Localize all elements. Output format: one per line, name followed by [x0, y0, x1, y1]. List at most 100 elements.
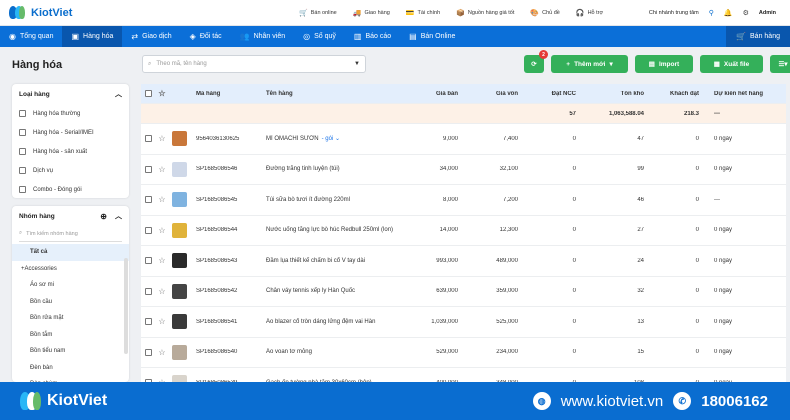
- export-button[interactable]: ▦ Xuất file: [700, 55, 763, 73]
- row-checkbox-cell[interactable]: [141, 287, 155, 295]
- sell-button[interactable]: 🛒 Bán hàng: [726, 26, 790, 47]
- select-all-checkbox[interactable]: [141, 90, 155, 97]
- table-row[interactable]: ☆SP1685086539Gạch ốp tường nhà tắm 30x60…: [141, 368, 786, 382]
- checkbox[interactable]: [19, 110, 26, 117]
- nav-item-6[interactable]: ▥ Báo cáo: [345, 26, 400, 47]
- product-type-option[interactable]: Hàng hóa thường: [12, 104, 129, 123]
- row-checkbox-cell[interactable]: [141, 257, 155, 265]
- row-checkbox-cell[interactable]: [141, 318, 155, 326]
- favorite-star-icon[interactable]: ☆: [155, 226, 169, 235]
- nav-item-7[interactable]: ▤ Bán Online: [400, 26, 464, 47]
- group-item[interactable]: + Accessories: [12, 261, 129, 278]
- checkbox[interactable]: [19, 186, 26, 193]
- favorite-star-icon[interactable]: ☆: [155, 287, 169, 296]
- top-link-1[interactable]: 🚚 Giao hàng: [353, 9, 390, 17]
- footer-website[interactable]: www.kiotviet.vn: [561, 393, 664, 410]
- group-item[interactable]: Tất cả: [12, 244, 129, 261]
- nav-item-1[interactable]: ▣ Hàng hóa: [62, 26, 123, 47]
- group-item[interactable]: Áo sơ mi: [12, 277, 129, 294]
- checkbox[interactable]: [144, 226, 152, 234]
- column-header[interactable]: Tồn kho: [579, 91, 647, 97]
- column-header[interactable]: Tên hàng: [263, 90, 403, 98]
- import-button[interactable]: ▤ Import: [635, 55, 693, 73]
- table-row[interactable]: ☆ SP1685086542 Chân váy tennis xếp ly Hàn …: [141, 277, 786, 307]
- group-item[interactable]: Đèn bàn: [12, 360, 129, 377]
- favorite-star-icon[interactable]: ☆: [155, 256, 169, 265]
- product-type-option[interactable]: Hàng hóa - Serial/IMEI: [12, 123, 129, 142]
- product-type-option[interactable]: Dịch vụ: [12, 161, 129, 180]
- table-row[interactable]: ☆ SP1685086540 Áo voan tơ mỏng 529,000 234,0…: [141, 338, 786, 368]
- nav-item-3[interactable]: ◈ Đối tác: [181, 26, 231, 47]
- top-link-5[interactable]: 🎧 Hỗ trợ: [576, 9, 603, 17]
- nav-item-4[interactable]: 👥 Nhân viên: [231, 26, 295, 47]
- table-row[interactable]: ☆ 9564036130625 MÌ OMACHI SƯỜN - gói ⌄ 9,000…: [141, 124, 786, 155]
- notification-bell-icon[interactable]: 🔔: [724, 9, 733, 17]
- column-header[interactable]: Giá vốn: [461, 91, 521, 97]
- column-header[interactable]: Khách đặt: [647, 91, 702, 97]
- checkbox[interactable]: [144, 348, 152, 356]
- column-header[interactable]: Đặt NCC: [521, 91, 579, 97]
- checkbox[interactable]: [144, 196, 152, 204]
- product-type-option[interactable]: Hàng hóa - sản xuất: [12, 142, 129, 161]
- top-link-2[interactable]: 💳 Tài chính: [406, 9, 440, 17]
- nav-item-2[interactable]: ⇄ Giao dịch: [122, 26, 180, 47]
- chevron-up-icon[interactable]: ︿: [115, 211, 122, 221]
- user-name[interactable]: Admin: [759, 10, 776, 16]
- chevron-down-icon[interactable]: ▼: [354, 61, 360, 67]
- column-header[interactable]: Dự kiến hết hàng: [702, 91, 786, 97]
- table-row[interactable]: ☆ SP1685086543 Đầm lụa thiết kế chấm bi cổ…: [141, 246, 786, 277]
- row-checkbox-cell[interactable]: [141, 135, 155, 143]
- table-row[interactable]: ☆ SP1685086541 Áo blazer cổ tròn dáng lửng…: [141, 307, 786, 338]
- top-link-0[interactable]: 🛒 Bán online: [299, 9, 337, 17]
- checkbox[interactable]: [144, 257, 152, 265]
- settings-gear-icon[interactable]: ⚙: [743, 9, 749, 17]
- location-pin-icon[interactable]: ⚲: [709, 9, 714, 17]
- group-item[interactable]: Bồn cầu: [12, 294, 129, 311]
- table-row[interactable]: ☆ SP1685086544 Nước uống tăng lực bò húc R…: [141, 216, 786, 246]
- row-checkbox-cell[interactable]: [141, 226, 155, 234]
- checkbox[interactable]: [19, 148, 26, 155]
- add-new-button[interactable]: + Thêm mới ▾: [551, 55, 628, 73]
- top-link-3[interactable]: 📦 Nguồn hàng giá tốt: [456, 9, 514, 17]
- product-type-header[interactable]: Loại hàng ︿: [12, 84, 129, 104]
- footer-phone[interactable]: 18006162: [701, 393, 768, 410]
- add-group-icon[interactable]: ⊕: [100, 212, 107, 221]
- chevron-down-icon[interactable]: ⌄: [333, 136, 340, 142]
- product-search-input[interactable]: ⌕ Theo mã, tên hàng ▼: [142, 55, 366, 73]
- favorite-star-icon[interactable]: ☆: [155, 134, 169, 143]
- checkbox[interactable]: [144, 135, 152, 143]
- column-header[interactable]: Mã hàng: [193, 91, 263, 97]
- column-menu-button[interactable]: ☰▾: [770, 55, 790, 73]
- branch-name[interactable]: Chi nhánh trung tâm: [649, 10, 699, 16]
- table-row[interactable]: ☆ SP1685086546 Đường trắng tinh luyện (túi…: [141, 155, 786, 185]
- top-link-4[interactable]: 🎨 Chủ đề: [530, 9, 559, 17]
- table-row[interactable]: ☆ SP1685086545 Túi sữa bò tươi ít đường 22…: [141, 185, 786, 216]
- row-checkbox-cell[interactable]: [141, 196, 155, 204]
- group-item[interactable]: Bồn tiểu nam: [12, 343, 129, 360]
- product-variant[interactable]: - gói: [322, 136, 334, 142]
- favorite-star-icon[interactable]: ☆: [155, 195, 169, 204]
- checkbox[interactable]: [144, 287, 152, 295]
- group-item[interactable]: Bồn rửa mặt: [12, 310, 129, 327]
- refresh-button[interactable]: ⟳ 2: [524, 50, 548, 73]
- group-scrollbar[interactable]: [124, 258, 128, 354]
- checkbox[interactable]: [19, 167, 26, 174]
- favorite-star-icon[interactable]: ☆: [155, 348, 169, 357]
- brand-logo[interactable]: KiotViet: [9, 5, 119, 20]
- group-search-input[interactable]: ⌕ Tìm kiếm nhóm hàng: [19, 226, 122, 242]
- row-checkbox-cell[interactable]: [141, 165, 155, 173]
- checkbox[interactable]: [144, 90, 152, 97]
- nav-item-5[interactable]: ◎ Sổ quỹ: [294, 26, 345, 47]
- group-item[interactable]: Bồn tắm: [12, 327, 129, 344]
- favorite-star-icon[interactable]: ☆: [155, 89, 169, 98]
- checkbox[interactable]: [144, 318, 152, 326]
- nav-item-0[interactable]: ◉ Tổng quan: [0, 26, 62, 47]
- favorite-star-icon[interactable]: ☆: [155, 317, 169, 326]
- row-checkbox-cell[interactable]: [141, 348, 155, 356]
- checkbox[interactable]: [19, 129, 26, 136]
- chevron-up-icon[interactable]: ︿: [115, 89, 122, 99]
- product-type-option[interactable]: Combo - Đóng gói: [12, 180, 129, 199]
- checkbox[interactable]: [144, 165, 152, 173]
- column-header[interactable]: Giá bán: [403, 91, 461, 97]
- favorite-star-icon[interactable]: ☆: [155, 165, 169, 174]
